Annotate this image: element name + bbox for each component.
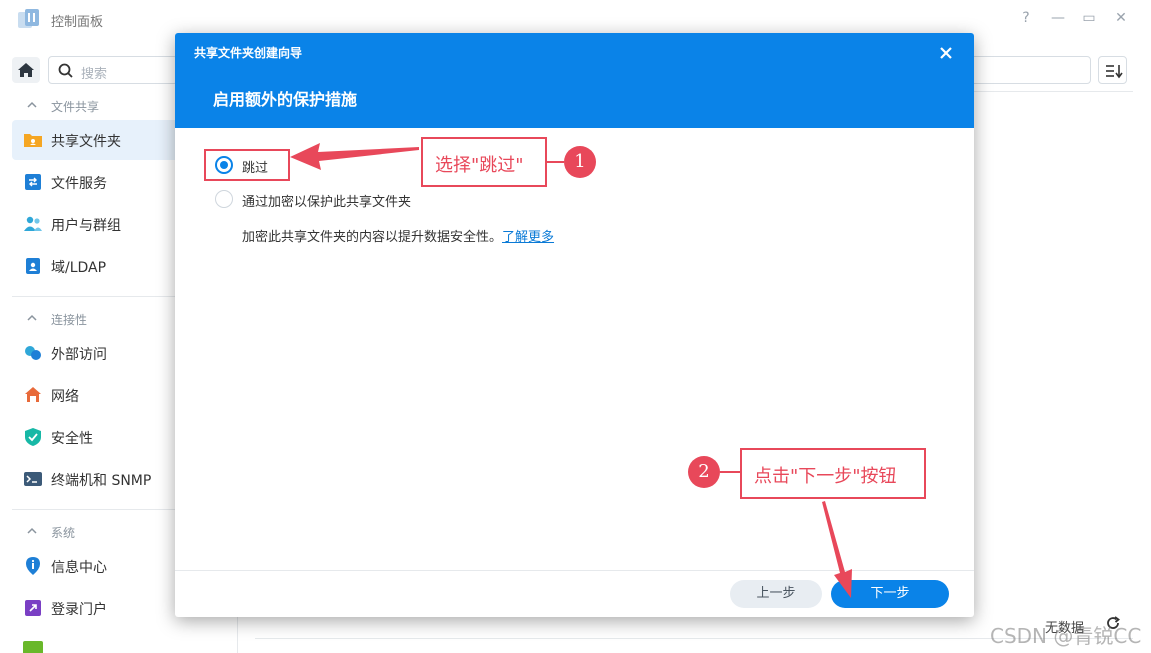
sort-icon <box>1106 65 1123 79</box>
sidebar-item-label: 域/LDAP <box>51 260 107 276</box>
network-icon <box>25 387 41 402</box>
annotation-callout-2: 点击"下一步"按钮 <box>740 448 926 499</box>
terminal-icon <box>24 472 42 486</box>
radio-button[interactable] <box>215 190 233 208</box>
sidebar-item-label: 用户与群组 <box>51 218 121 234</box>
dialog-subtitle: 启用额外的保护措施 <box>213 90 358 109</box>
annotation-badge-1: 1 <box>564 146 596 178</box>
login-portal-icon <box>25 600 41 616</box>
shield-icon <box>25 428 41 446</box>
sidebar-item-partial-icon <box>23 641 43 653</box>
sort-button[interactable] <box>1098 56 1127 84</box>
close-icon[interactable]: ✕ <box>1113 10 1129 26</box>
annotation-text-1: 选择"跳过" <box>435 155 524 176</box>
external-access-icon <box>25 346 41 360</box>
annotation-text-2: 点击"下一步"按钮 <box>754 466 897 487</box>
sidebar-item-label: 安全性 <box>51 431 93 447</box>
section-label: 系统 <box>51 526 76 540</box>
chevron-up-icon <box>27 527 37 534</box>
learn-more-link[interactable]: 了解更多 <box>502 230 554 245</box>
previous-button[interactable]: 上一步 <box>730 580 822 608</box>
description-text: 加密此共享文件夹的内容以提升数据安全性。 <box>242 230 503 245</box>
dialog-footer-divider <box>175 570 974 571</box>
chevron-up-icon <box>27 314 37 321</box>
sidebar-item-label: 文件服务 <box>51 176 107 192</box>
minimize-icon[interactable]: — <box>1050 10 1066 26</box>
shared-folder-icon <box>24 134 42 147</box>
wizard-dialog: 共享文件夹创建向导 启用额外的保护措施 跳过 通过加密以保护此共享文件夹 加密此… <box>175 33 974 617</box>
file-services-icon <box>25 174 41 190</box>
sidebar-item-label: 网络 <box>51 389 79 405</box>
home-icon <box>18 63 34 77</box>
section-label: 文件共享 <box>51 100 100 114</box>
next-button[interactable]: 下一步 <box>831 580 949 608</box>
ldap-icon <box>26 258 40 274</box>
chevron-up-icon <box>27 101 37 108</box>
help-icon[interactable]: ? <box>1018 10 1034 26</box>
search-input[interactable]: 搜索 <box>48 56 178 84</box>
filter-input[interactable] <box>960 56 1091 84</box>
window-title: 控制面板 <box>51 15 104 30</box>
maximize-icon[interactable]: ▭ <box>1081 10 1097 26</box>
sidebar-item-label: 共享文件夹 <box>51 134 121 150</box>
close-icon[interactable] <box>936 43 956 63</box>
sidebar-item-label: 登录门户 <box>51 602 107 618</box>
search-icon <box>58 63 73 78</box>
radio-encrypt-label: 通过加密以保护此共享文件夹 <box>242 195 412 210</box>
search-placeholder: 搜索 <box>81 67 108 82</box>
encrypt-description: 加密此共享文件夹的内容以提升数据安全性。了解更多 <box>242 226 554 245</box>
sidebar-item-label: 终端机和 SNMP <box>51 473 152 489</box>
home-button[interactable] <box>12 57 40 83</box>
info-icon <box>26 557 40 575</box>
users-icon <box>24 216 42 231</box>
sidebar-item-label: 信息中心 <box>51 560 107 576</box>
dialog-header: 共享文件夹创建向导 启用额外的保护措施 <box>175 33 974 128</box>
section-label: 连接性 <box>51 313 88 327</box>
control-panel-icon <box>18 9 39 28</box>
sidebar-item-label: 外部访问 <box>51 347 107 363</box>
watermark: CSDN @青锐CC <box>990 624 1142 648</box>
annotation-highlight-skip <box>204 149 290 181</box>
dialog-title: 共享文件夹创建向导 <box>194 46 303 60</box>
annotation-badge-2: 2 <box>688 456 720 488</box>
annotation-callout-1: 选择"跳过" <box>421 137 547 187</box>
